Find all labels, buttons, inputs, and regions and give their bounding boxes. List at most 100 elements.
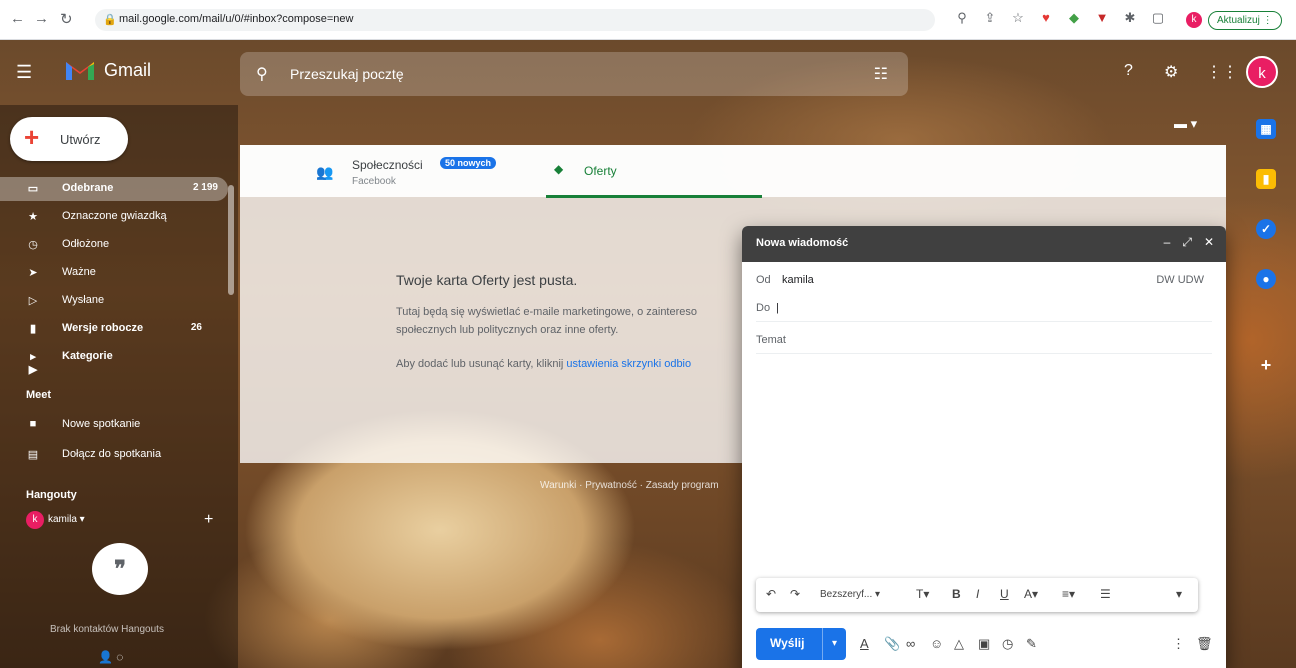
tab-social[interactable]: 👥 Społeczności 50 nowych Facebook <box>316 157 546 198</box>
search-input[interactable]: Przeszukaj pocztę <box>290 66 404 82</box>
bold-icon[interactable]: B <box>952 587 961 601</box>
sidebar-icon[interactable]: ▢ <box>1151 10 1165 26</box>
hangouts-avatar[interactable]: k <box>26 511 44 529</box>
schedule-send-icon[interactable]: ▾ <box>822 628 846 660</box>
contacts-icon[interactable]: 👤 ◌ <box>98 650 123 664</box>
subject-field[interactable]: Temat <box>756 326 1212 354</box>
sidebar-item-label: Kategorie <box>62 350 113 362</box>
sidebar-item-label: Odłożone <box>62 238 110 250</box>
text-cursor: | <box>776 302 779 314</box>
add-contact-icon[interactable]: + <box>204 511 213 529</box>
compose-button[interactable]: + Utwórz <box>10 117 128 161</box>
empty-state-description: społecznych lub politycznych oraz inne o… <box>396 324 619 336</box>
account-avatar[interactable]: k <box>1246 56 1278 88</box>
apps-grid-icon[interactable]: ⋮⋮ <box>1206 62 1238 82</box>
menu-icon[interactable]: ☰ <box>16 62 32 83</box>
gmail-logo-icon <box>66 62 94 80</box>
calendar-icon[interactable]: ▦ <box>1256 119 1276 139</box>
font-family-select[interactable]: Bezszeryf... ▾ <box>820 589 880 600</box>
sidebar-item-join-meeting[interactable]: ▤ Dołącz do spotkania <box>0 443 228 467</box>
attach-icon[interactable]: 📎 <box>884 636 900 652</box>
extension-icon[interactable]: ◆ <box>1067 10 1081 26</box>
update-label: Aktualizuj <box>1217 15 1260 26</box>
add-addon-icon[interactable]: + <box>1256 355 1276 375</box>
sidebar-scrollbar[interactable] <box>228 185 234 295</box>
more-formatting-icon[interactable]: ▾ <box>1176 587 1182 601</box>
formatting-options-icon[interactable]: A <box>860 636 869 651</box>
confidential-icon[interactable]: ◷ <box>1002 636 1013 652</box>
minimize-icon[interactable]: – <box>1164 235 1171 250</box>
footer-links[interactable]: Warunki · Prywatność · Zasady program <box>540 480 719 491</box>
close-icon[interactable]: ✕ <box>1204 235 1214 250</box>
inbox-settings-link[interactable]: ustawienia skrzynki odbio <box>566 358 691 370</box>
hangouts-user-name[interactable]: kamila ▾ <box>48 514 85 525</box>
to-field[interactable]: Do | <box>756 294 1212 322</box>
extension-icon[interactable]: ♥ <box>1039 10 1053 26</box>
italic-icon[interactable]: I <box>976 587 979 601</box>
sidebar-item-drafts[interactable]: ▮ Wersje robocze 26 <box>0 317 228 341</box>
label-icon: ▸ ▶ <box>28 351 38 376</box>
tasks-icon[interactable]: ✓ <box>1256 219 1276 239</box>
sidebar-item-inbox[interactable]: ▭ Odebrane 2 199 <box>0 177 228 201</box>
bookmark-star-icon[interactable]: ☆ <box>1011 10 1025 26</box>
drive-icon[interactable]: △ <box>954 636 964 652</box>
star-icon: ★ <box>28 211 38 223</box>
share-icon[interactable]: ⇪ <box>983 10 997 26</box>
keep-icon[interactable]: ▮ <box>1256 169 1276 189</box>
image-icon[interactable]: ▣ <box>978 636 990 652</box>
reload-icon[interactable]: ↻ <box>60 10 73 28</box>
align-icon[interactable]: ≡▾ <box>1062 587 1075 601</box>
compose-header[interactable]: Nowa wiadomość – ⤢ ✕ <box>742 226 1226 262</box>
address-bar[interactable]: 🔒 mail.google.com/mail/u/0/#inbox?compos… <box>95 9 935 31</box>
signature-icon[interactable]: ✎ <box>1026 636 1037 652</box>
tab-social-sub: Facebook <box>352 176 396 187</box>
sidebar-item-snoozed[interactable]: ◷ Odłożone <box>0 233 228 257</box>
link-icon[interactable]: ∞ <box>906 636 915 651</box>
tab-social-label: Społeczności <box>352 158 423 172</box>
sidebar-item-label: Dołącz do spotkania <box>62 448 162 460</box>
font-size-icon[interactable]: T▾ <box>916 587 929 601</box>
meet-heading: Meet <box>26 389 52 401</box>
search-bar[interactable]: ⚲ Przeszukaj pocztę ☷ <box>240 52 908 96</box>
search-options-icon[interactable]: ☷ <box>874 64 888 84</box>
from-value: kamila <box>782 274 814 286</box>
view-toggle-icon[interactable]: ▬ ▾ <box>1174 116 1197 132</box>
update-button[interactable]: Aktualizuj ⋮ <box>1208 11 1282 30</box>
send-button[interactable]: Wyślij ▾ <box>756 628 846 660</box>
people-icon: 👥 <box>316 164 334 180</box>
list-icon[interactable]: ☰ <box>1100 587 1111 601</box>
fullscreen-icon[interactable]: ⤢ <box>1182 235 1192 250</box>
zoom-icon[interactable]: ⚲ <box>955 10 969 26</box>
trash-icon[interactable]: 🗑 <box>1196 636 1213 652</box>
sidebar-item-categories[interactable]: ▸ ▶ Kategorie <box>0 345 228 376</box>
empty-state-hint: Aby dodać lub usunąć karty, kliknij usta… <box>396 358 691 370</box>
settings-icon[interactable]: ⚙ <box>1164 62 1178 82</box>
undo-icon[interactable]: ↶ <box>766 587 776 601</box>
profile-avatar[interactable]: k <box>1186 12 1202 28</box>
inbox-icon: ▭ <box>27 183 39 195</box>
sidebar-item-new-meeting[interactable]: ■ Nowe spotkanie <box>0 413 228 437</box>
sidebar: + Utwórz ▭ Odebrane 2 199 ★ Oznaczone gw… <box>0 105 238 668</box>
forward-icon[interactable]: → <box>34 10 49 27</box>
back-icon[interactable]: ← <box>10 10 25 27</box>
sidebar-item-starred[interactable]: ★ Oznaczone gwiazdką <box>0 205 228 229</box>
sidebar-item-sent[interactable]: ▷ Wysłane <box>0 289 228 313</box>
puzzle-icon[interactable]: ✱ <box>1123 10 1137 26</box>
emoji-icon[interactable]: ☺ <box>930 636 943 651</box>
more-options-icon[interactable]: ⋮ <box>1172 636 1185 652</box>
browser-toolbar: ← → ↻ 🔒 mail.google.com/mail/u/0/#inbox?… <box>0 0 1296 40</box>
empty-state-title: Twoje karta Oferty jest pusta. <box>396 272 578 288</box>
sidebar-item-important[interactable]: ➤ Ważne <box>0 261 228 285</box>
tab-offers[interactable]: ◆ Oferty <box>546 158 762 198</box>
cc-bcc-link[interactable]: DW UDW <box>1156 274 1204 286</box>
contacts-icon[interactable]: ● <box>1256 269 1276 289</box>
underline-icon[interactable]: U <box>1000 587 1009 601</box>
from-field[interactable]: Od kamila DW UDW <box>756 266 1212 294</box>
hangouts-heading: Hangouty <box>26 489 77 501</box>
text-color-icon[interactable]: A▾ <box>1024 587 1038 601</box>
compose-window: Nowa wiadomość – ⤢ ✕ Od kamila DW UDW Do… <box>742 226 1226 668</box>
redo-icon[interactable]: ↷ <box>790 587 800 601</box>
search-icon[interactable]: ⚲ <box>256 64 268 84</box>
help-icon[interactable]: ? <box>1124 62 1133 80</box>
extension-icon[interactable]: ▼ <box>1095 10 1109 26</box>
